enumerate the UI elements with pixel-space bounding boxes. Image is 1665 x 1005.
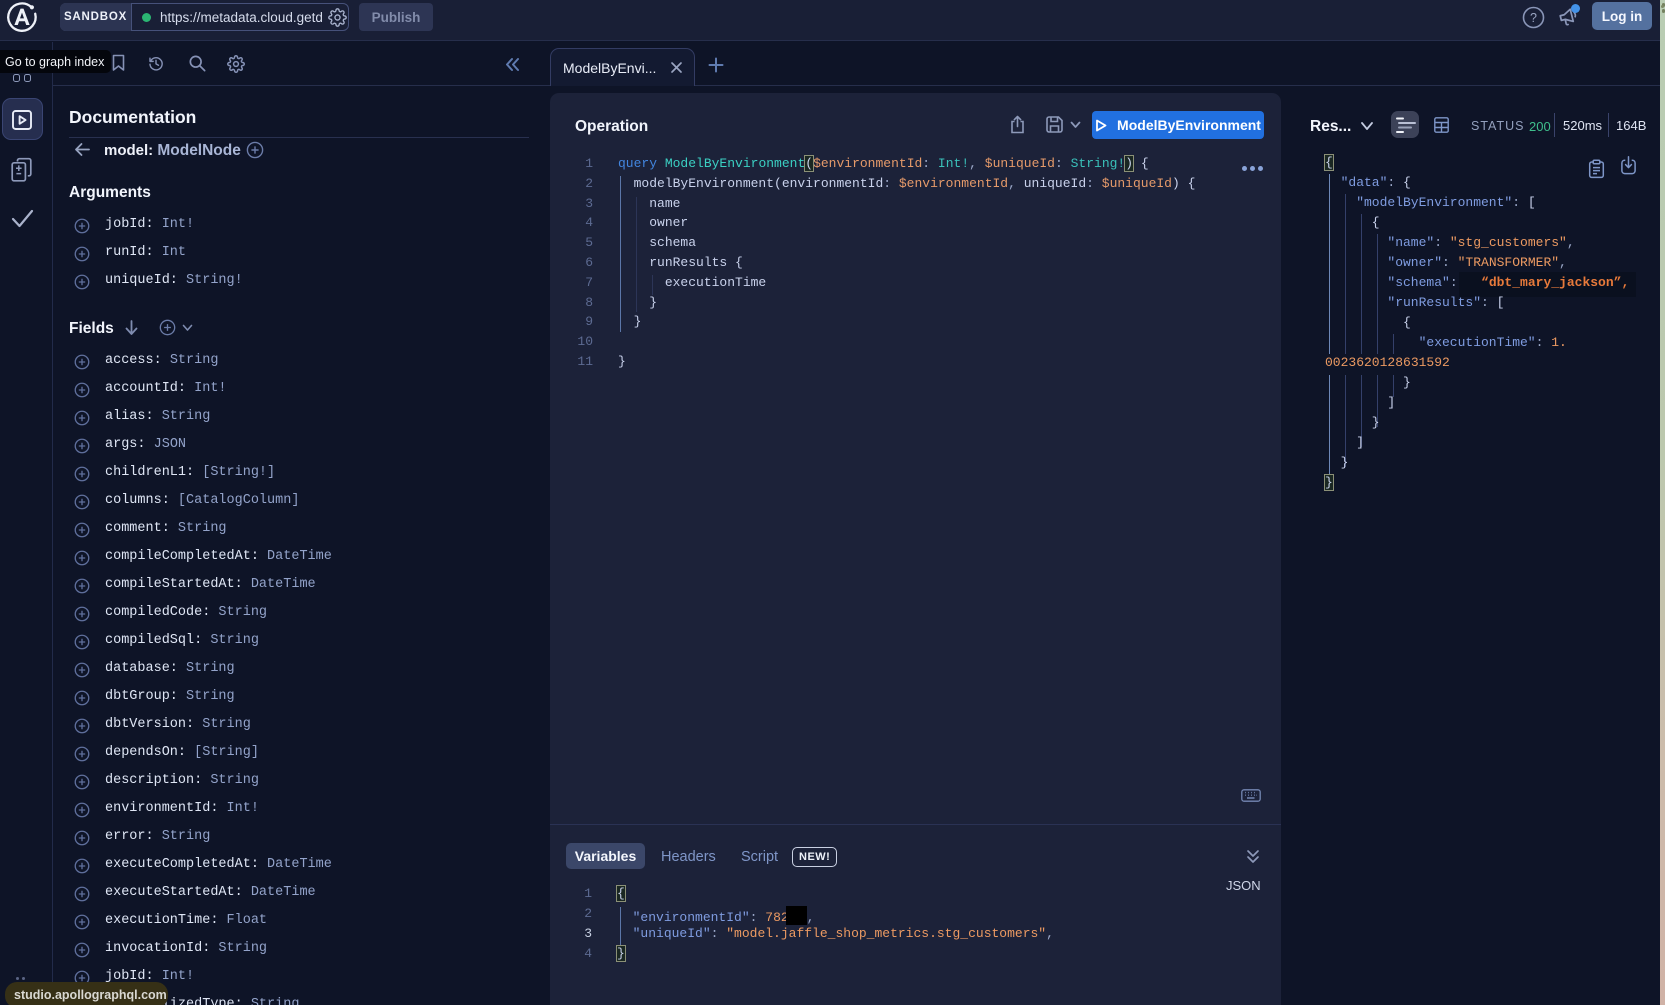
svg-text:?: ?: [1530, 11, 1537, 25]
